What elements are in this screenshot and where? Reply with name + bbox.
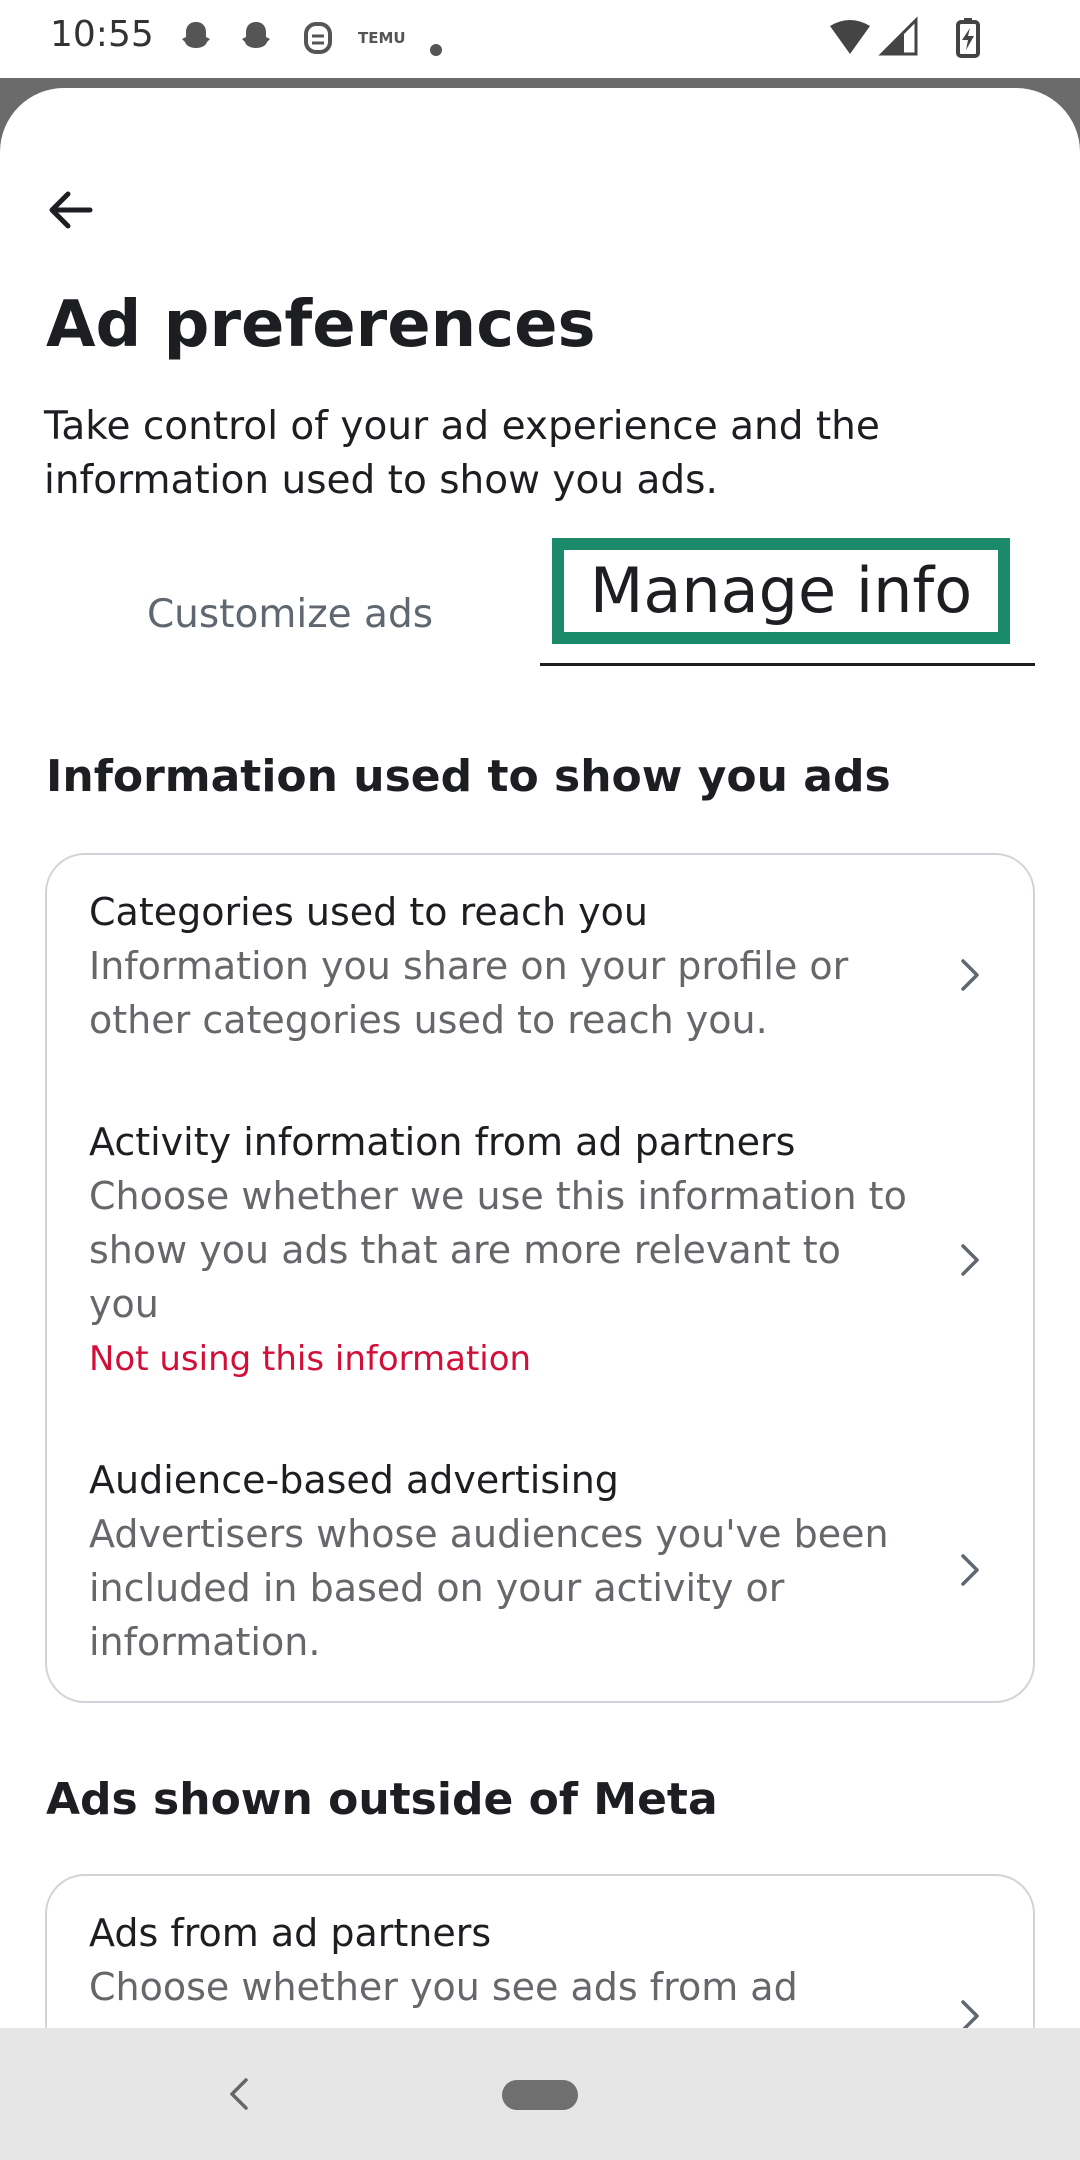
list-item-audience-advertising[interactable]: Audience-based advertising Advertisers w…	[89, 1453, 989, 1669]
app-robot-icon	[304, 22, 332, 54]
list-item-description: Advertisers whose audiences you've been …	[89, 1512, 889, 1664]
system-nav-bar	[0, 2028, 1080, 2160]
clock: 10:55	[50, 14, 154, 55]
selected-tab-indicator	[540, 663, 1035, 666]
nav-back-icon[interactable]	[224, 2074, 254, 2114]
section-heading-outside-meta: Ads shown outside of Meta	[46, 1774, 718, 1825]
outside-meta-card: Ads from ad partners Choose whether you …	[45, 1874, 1035, 2028]
info-card: Categories used to reach you Information…	[45, 853, 1035, 1703]
system-icons	[830, 16, 1020, 64]
list-item-activity-info[interactable]: Activity information from ad partners Ch…	[89, 1115, 989, 1387]
list-item-title: Activity information from ad partners	[89, 1120, 796, 1164]
list-item-description: Choose whether you see ads from ad	[89, 1965, 798, 2009]
back-arrow-icon[interactable]	[40, 178, 104, 242]
list-item-description: Information you share on your profile or…	[89, 944, 849, 1042]
list-item-description: Choose whether we use this information t…	[89, 1174, 907, 1326]
chevron-right-icon	[961, 1554, 979, 1586]
list-item-title: Categories used to reach you	[89, 890, 648, 934]
snapchat-icon-2	[242, 22, 270, 48]
wifi-signal-battery-icons	[830, 16, 980, 58]
page-title: Ad preferences	[46, 288, 596, 362]
ad-preferences-sheet: Ad preferences Take control of your ad e…	[0, 88, 1080, 2028]
section-heading-info: Information used to show you ads	[46, 751, 891, 802]
nav-home-pill[interactable]	[502, 2080, 578, 2110]
list-item-ads-from-partners[interactable]: Ads from ad partners Choose whether you …	[89, 1906, 989, 2014]
page-subtitle: Take control of your ad experience and t…	[44, 404, 880, 503]
chevron-right-icon	[961, 2000, 979, 2028]
tab-manage-info[interactable]: Manage info	[552, 538, 1010, 644]
snapchat-icon	[182, 22, 210, 48]
status-bar: 10:55 TEMU	[0, 0, 1080, 78]
list-item-categories[interactable]: Categories used to reach you Information…	[89, 885, 989, 1047]
chevron-right-icon	[961, 959, 979, 991]
list-item-title: Ads from ad partners	[89, 1911, 492, 1955]
chevron-right-icon	[961, 1244, 979, 1276]
temu-icon: TEMU	[358, 29, 406, 47]
list-item-title: Audience-based advertising	[89, 1458, 619, 1502]
status-text: Not using this information	[89, 1339, 532, 1379]
notification-dot-icon	[430, 44, 442, 56]
tab-customize-ads[interactable]: Customize ads	[90, 592, 490, 637]
